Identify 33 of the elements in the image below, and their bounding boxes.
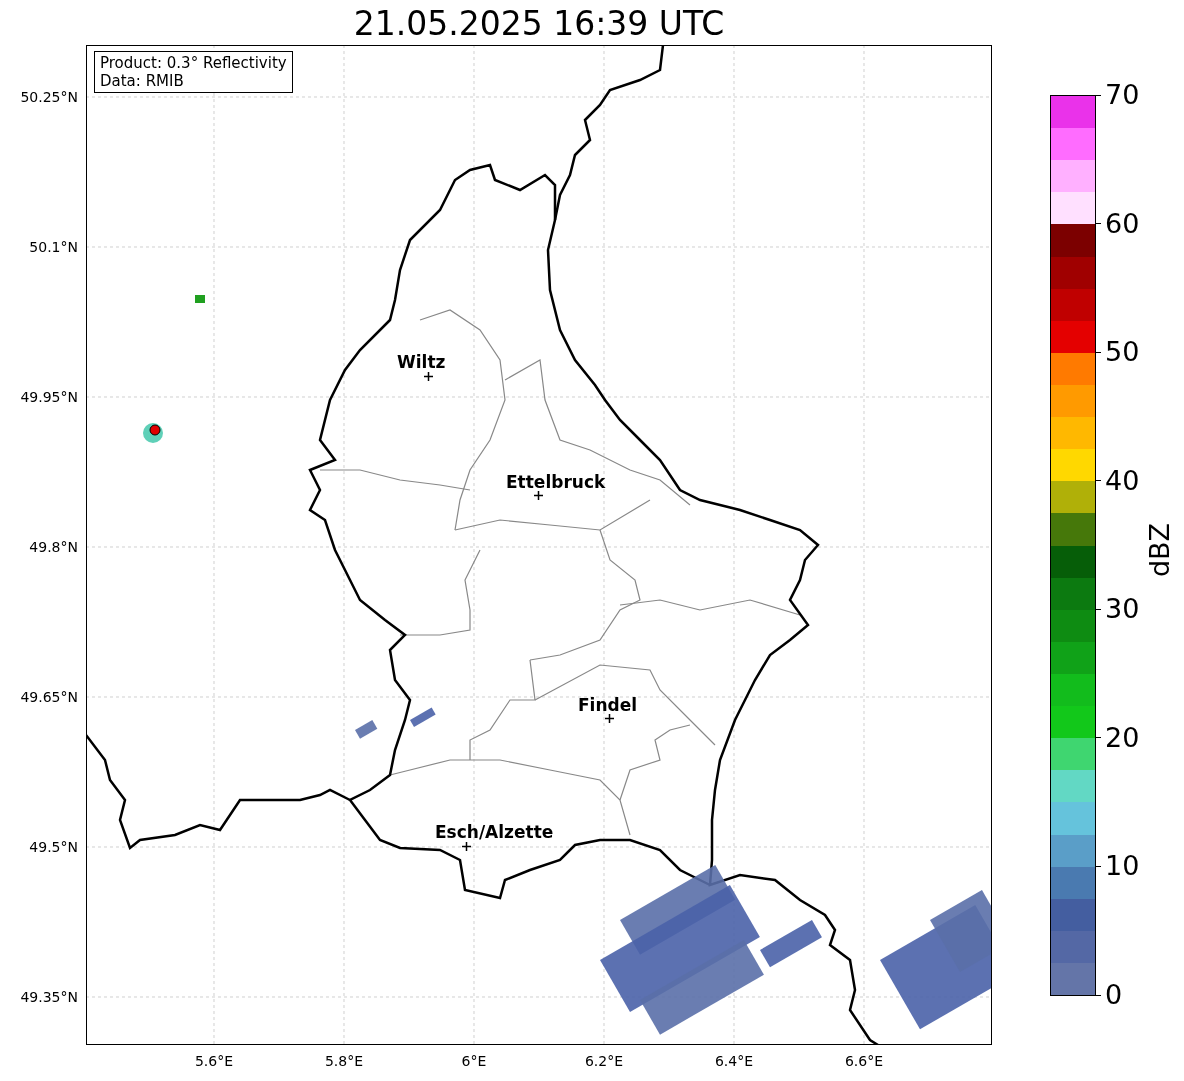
city-marker [605, 714, 614, 723]
scale-tick-label: 60 [1105, 208, 1140, 239]
longitude-tick-label: 5.8°E [324, 1052, 364, 1070]
scale-tick-label: 10 [1105, 851, 1140, 882]
latitude-tick-label: 49.35°N [20, 988, 78, 1006]
city-label: Findel [578, 695, 638, 715]
chart-title: 21.05.2025 16:39 UTC [353, 4, 725, 44]
latitude-tick-label: 49.5°N [29, 838, 78, 856]
latitude-tick-label: 49.65°N [20, 688, 78, 706]
city-marker [424, 372, 433, 381]
city-label: Esch/Alzette [435, 822, 554, 842]
longitude-tick-label: 6.4°E [714, 1052, 754, 1070]
scale-tick-label: 0 [1105, 980, 1123, 1010]
info-line: Data: RMIB [100, 72, 185, 90]
scale-tick-label: 70 [1105, 80, 1140, 110]
scale-axis-label: dBZ [1145, 522, 1175, 578]
info-line: Product: 0.3° Reflectivity [100, 54, 287, 72]
scale-tick-label: 30 [1105, 594, 1140, 625]
latitude-tick-label: 49.8°N [29, 538, 78, 556]
latitude-tick-label: 49.95°N [20, 388, 78, 406]
scale-tick-label: 50 [1105, 337, 1140, 368]
city-label: Ettelbruck [506, 472, 606, 492]
longitude-tick-label: 5.6°E [194, 1052, 234, 1070]
city-label: Wiltz [397, 352, 446, 372]
longitude-tick-label: 6.2°E [584, 1052, 624, 1070]
city-marker [462, 842, 471, 851]
latitude-tick-label: 50.1°N [29, 238, 78, 256]
latitude-tick-label: 50.25°N [20, 88, 78, 106]
city-marker [534, 491, 543, 500]
longitude-tick-label: 6.6°E [844, 1052, 884, 1070]
longitude-tick-label: 6°E [461, 1052, 487, 1070]
scale-tick-label: 20 [1105, 722, 1140, 753]
scale-tick-label: 40 [1105, 465, 1140, 496]
